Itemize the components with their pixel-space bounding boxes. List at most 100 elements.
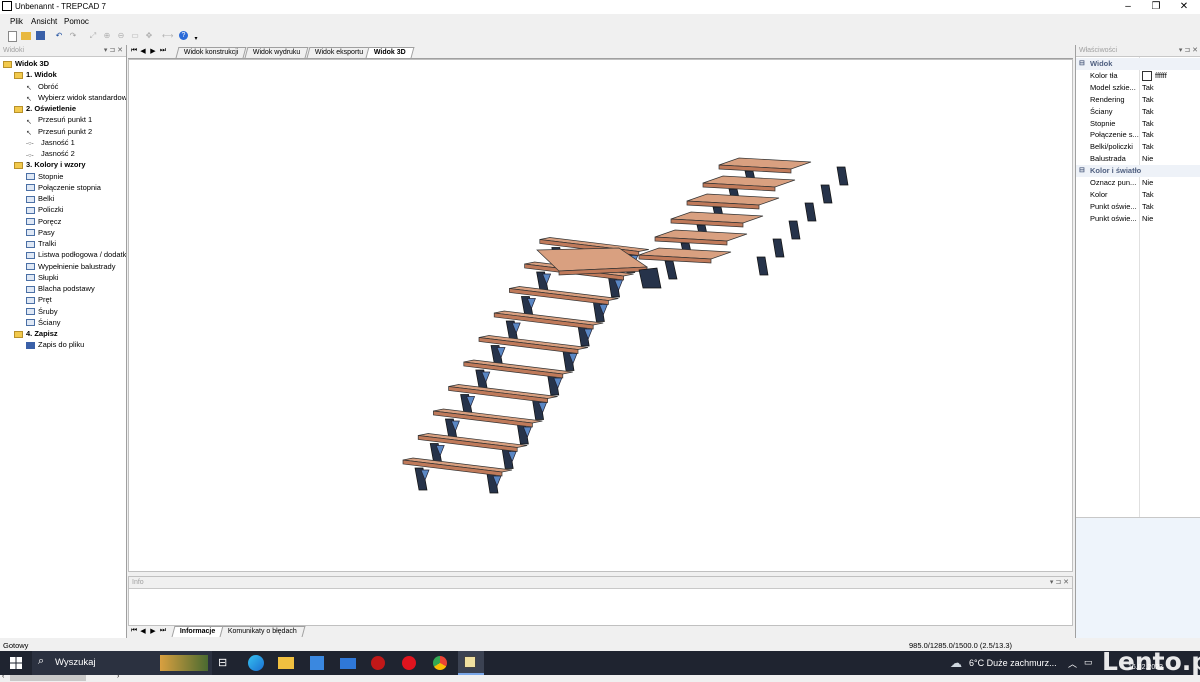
taskbar-search-box[interactable]: ⌕ Wyszukaj: [32, 651, 212, 675]
zoom-extents-icon[interactable]: ⤢: [88, 31, 98, 41]
zoom-out-icon[interactable]: ⊖: [116, 31, 126, 41]
tree-item[interactable]: Pasy: [26, 227, 55, 238]
task-view-icon[interactable]: ⊟: [218, 655, 234, 671]
property-value[interactable]: Nie: [1142, 213, 1153, 225]
property-value[interactable]: Tak: [1142, 118, 1154, 130]
property-value[interactable]: Nie: [1142, 153, 1153, 165]
scrollbar-thumb[interactable]: [10, 674, 86, 681]
tree-item[interactable]: 4. Zapisz: [14, 328, 58, 339]
property-row[interactable]: Rendering Tak: [1076, 94, 1200, 106]
property-value[interactable]: Tak: [1142, 189, 1154, 201]
menu-ansicht[interactable]: Ansicht: [31, 17, 57, 26]
property-value[interactable]: Tak: [1142, 106, 1154, 118]
save-icon[interactable]: [36, 31, 45, 40]
property-value[interactable]: Nie: [1142, 177, 1153, 189]
property-row[interactable]: Kolor Tak: [1076, 189, 1200, 201]
tree-item[interactable]: ↖ Obróć: [26, 81, 58, 93]
info-last-icon[interactable]: ⏭: [158, 627, 168, 635]
next-tab-icon[interactable]: ▶: [148, 47, 158, 55]
property-value[interactable]: ffffff: [1142, 70, 1167, 82]
collapse-icon[interactable]: ⊟: [1079, 58, 1085, 70]
info-next-icon[interactable]: ▶: [148, 627, 158, 635]
tree-item[interactable]: 3. Kolory i wzory: [14, 159, 86, 170]
menu-plik[interactable]: Plik: [10, 17, 23, 26]
info-prev-icon[interactable]: ◀: [138, 627, 148, 635]
property-row[interactable]: Punkt oświe... Nie: [1076, 213, 1200, 225]
tab-informacje[interactable]: Informacje: [171, 626, 224, 637]
tray-chevron-icon[interactable]: ︿: [1068, 657, 1077, 670]
tab-widok-konstrukcji[interactable]: Widok konstrukcji: [175, 47, 247, 58]
pan-icon[interactable]: ✥: [144, 31, 154, 41]
tree-item[interactable]: Wypełnienie balustrady: [26, 261, 115, 272]
tree-item[interactable]: Pręt: [26, 294, 52, 305]
weather-text[interactable]: 6°C Duże zachmurz...: [969, 658, 1057, 668]
windows-start-icon[interactable]: [10, 657, 22, 669]
menu-pomoc[interactable]: Pomoc: [64, 17, 89, 26]
property-row[interactable]: Punkt oświe... Tak: [1076, 201, 1200, 213]
property-row[interactable]: Kolor tła ffffff: [1076, 70, 1200, 82]
tree-item[interactable]: ↖ Przesuń punkt 2: [26, 126, 92, 138]
undo-icon[interactable]: ↶: [54, 31, 64, 41]
tree-item[interactable]: 2. Oświetlenie: [14, 103, 76, 114]
opera-icon[interactable]: [402, 656, 416, 670]
file-explorer-icon[interactable]: [278, 657, 294, 669]
tree-item[interactable]: Policzki: [26, 204, 63, 215]
property-row[interactable]: Oznacz pun... Nie: [1076, 177, 1200, 189]
properties-panel-controls[interactable]: ▾ ⊐ ✕: [1179, 45, 1198, 56]
measure-icon[interactable]: ⟷: [162, 31, 173, 41]
3d-viewport[interactable]: [128, 59, 1073, 572]
tree-item[interactable]: Belki: [26, 193, 54, 204]
trepcad-taskbar-button[interactable]: [458, 651, 484, 675]
tree-item[interactable]: Ściany: [26, 317, 61, 328]
new-file-icon[interactable]: [8, 31, 17, 42]
tree-item[interactable]: ↖ Wybierz widok standardowy: [26, 92, 126, 104]
tree-item[interactable]: Stopnie: [26, 171, 63, 182]
tab-widok-3d[interactable]: Widok 3D: [365, 47, 415, 58]
tree-item[interactable]: Zapis do pliku: [26, 339, 84, 350]
maximize-button[interactable]: ❐: [1142, 0, 1170, 14]
property-category[interactable]: ⊟ Widok: [1076, 58, 1200, 70]
property-value[interactable]: Tak: [1142, 141, 1154, 153]
tab-widok-wydruku[interactable]: Widok wydruku: [244, 47, 309, 58]
tree-item[interactable]: 1. Widok: [14, 69, 57, 80]
chrome-icon[interactable]: [433, 656, 447, 670]
info-panel-controls[interactable]: ▾ ⊐ ✕: [1050, 577, 1069, 588]
property-row[interactable]: Stopnie Tak: [1076, 118, 1200, 130]
zoom-window-icon[interactable]: ▭: [130, 31, 140, 41]
property-value[interactable]: Tak: [1142, 82, 1154, 94]
network-icon[interactable]: ▭: [1084, 657, 1093, 668]
close-button[interactable]: ✕: [1170, 0, 1198, 14]
tree-item[interactable]: Słupki: [26, 272, 58, 283]
tree-item[interactable]: ↖ Przesuń punkt 1: [26, 114, 92, 126]
property-row[interactable]: Model szkie... Tak: [1076, 82, 1200, 94]
panel-controls[interactable]: ▾ ⊐ ✕: [104, 45, 123, 56]
toolbar-overflow-icon[interactable]: ▾: [191, 34, 201, 44]
property-row[interactable]: Balustrada Nie: [1076, 153, 1200, 165]
redo-icon[interactable]: ↷: [68, 31, 78, 41]
zoom-in-icon[interactable]: ⊕: [102, 31, 112, 41]
minimize-button[interactable]: –: [1114, 0, 1142, 14]
tab-widok-eksportu[interactable]: Widok eksportu: [306, 47, 372, 58]
property-row[interactable]: Ściany Tak: [1076, 106, 1200, 118]
tree-item[interactable]: Blacha podstawy: [26, 283, 95, 294]
open-folder-icon[interactable]: [21, 32, 31, 40]
tree-item[interactable]: -○- Jasność 2: [26, 148, 75, 159]
tree-item[interactable]: Śruby: [26, 306, 58, 317]
tree-item[interactable]: Tralki: [26, 238, 56, 249]
tab-komunikaty[interactable]: Komunikaty o błędach: [219, 626, 306, 637]
property-row[interactable]: Połączenie s... Tak: [1076, 129, 1200, 141]
red-app-icon[interactable]: [371, 656, 385, 670]
last-tab-icon[interactable]: ⏭: [158, 47, 168, 55]
mail-icon[interactable]: [340, 658, 356, 669]
property-value[interactable]: Tak: [1142, 94, 1154, 106]
property-row[interactable]: Belki/policzki Tak: [1076, 141, 1200, 153]
edge-icon[interactable]: [248, 655, 264, 671]
tree-item[interactable]: Widok 3D: [3, 58, 49, 69]
collapse-icon[interactable]: ⊟: [1079, 165, 1085, 177]
color-swatch[interactable]: [1142, 70, 1152, 81]
property-value[interactable]: Tak: [1142, 201, 1154, 213]
store-icon[interactable]: [310, 656, 324, 670]
property-value[interactable]: Tak: [1142, 129, 1154, 141]
tree-item[interactable]: Połączenie stopnia: [26, 182, 101, 193]
help-icon[interactable]: ?: [179, 31, 188, 40]
